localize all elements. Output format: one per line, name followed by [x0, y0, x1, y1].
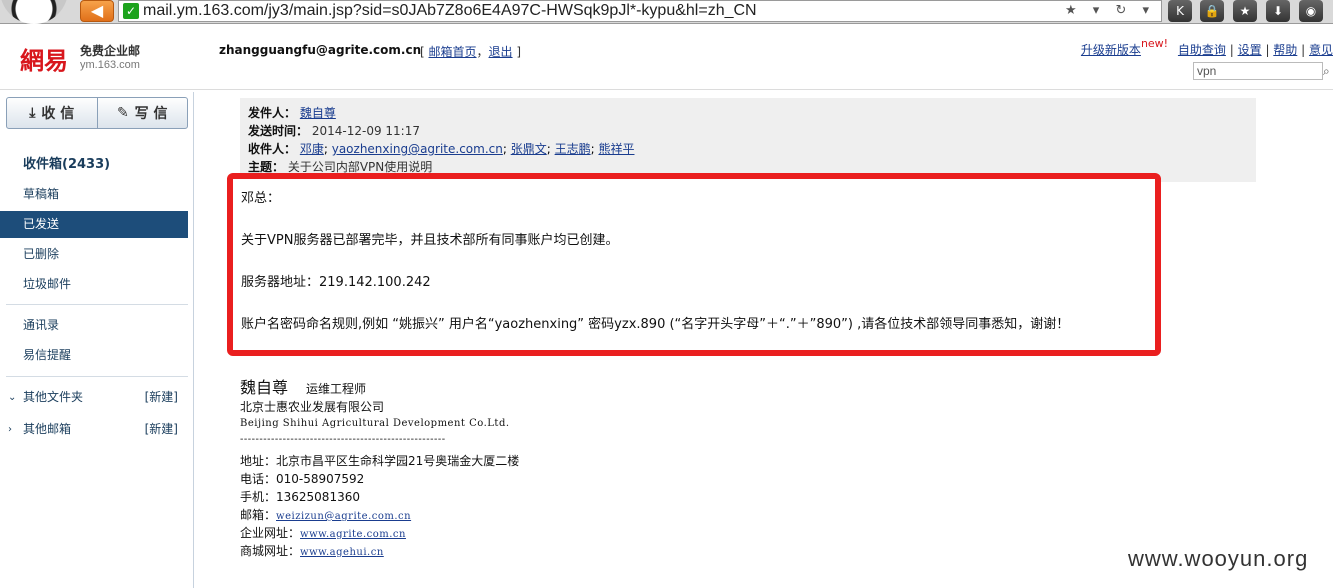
- sidebar-item-other-folders[interactable]: ⌄ 其他文件夹 [新建]: [0, 384, 188, 411]
- sig-shop-link[interactable]: www.agehui.cn: [300, 547, 384, 558]
- user-email: zhangguangfu@agrite.com.cn: [219, 43, 422, 57]
- chevron-right-icon: ›: [8, 424, 12, 435]
- top-right-links: 升级新版本new! 自助查询 | 设置 | 帮助 | 意见: [1080, 37, 1333, 57]
- sig-shop-row: 商城网址：www.agehui.cn: [240, 544, 384, 558]
- sig-phone: 电话：010-58907592: [240, 472, 365, 486]
- sig-company-en: Beijing Shihui Agricultural Development …: [240, 418, 510, 429]
- self-help-link[interactable]: 自助查询: [1178, 43, 1226, 57]
- recipient-link[interactable]: 张鼎文: [511, 142, 547, 156]
- sig-company: 北京士惠农业发展有限公司: [240, 400, 385, 414]
- sidebar-item-reminder[interactable]: 易信提醒: [0, 342, 188, 369]
- url-text: mail.ym.163.com/jy3/main.jsp?sid=s0JAb7Z…: [143, 2, 757, 19]
- mail-body-highlight: 邓总： 关于VPN服务器已部署完毕，并且技术部所有同事账户均已创建。 服务器地址…: [227, 173, 1161, 356]
- sig-name: 魏自尊: [240, 378, 289, 397]
- recipient-link[interactable]: 熊祥平: [598, 142, 634, 156]
- divider: [6, 376, 188, 377]
- address-bar-tools[interactable]: ★ ▾ ↻ ▾: [1065, 3, 1155, 18]
- recipient-link[interactable]: 王志鹏: [555, 142, 591, 156]
- subject: 关于公司内部VPN使用说明: [287, 160, 433, 174]
- new-mailbox-link[interactable]: [新建]: [145, 416, 178, 443]
- recipient-link[interactable]: yaozhenxing@agrite.com.cn: [332, 142, 503, 156]
- download-icon: ⤓: [29, 105, 36, 121]
- sig-title: 运维工程师: [306, 382, 367, 396]
- feedback-link[interactable]: 意见: [1309, 43, 1333, 57]
- lock-extension-icon[interactable]: 🔒: [1200, 0, 1224, 22]
- sidebar-item-drafts[interactable]: 草稿箱: [0, 181, 188, 208]
- help-link[interactable]: 帮助: [1273, 43, 1297, 57]
- watermark: www.wooyun.org: [1128, 546, 1309, 571]
- send-time: 2014-12-09 11:17: [311, 124, 420, 138]
- profile-avatar[interactable]: [0, 0, 68, 24]
- divider: [6, 304, 188, 305]
- sig-email-link[interactable]: weizizun@agrite.com.cn: [276, 511, 411, 522]
- back-arrow-icon: ◀: [90, 1, 104, 20]
- sidebar-item-contacts[interactable]: 通讯录: [0, 312, 188, 339]
- server-address: 服务器地址：219.142.100.242: [241, 275, 431, 290]
- search-input[interactable]: [1193, 62, 1323, 80]
- back-button[interactable]: ◀: [80, 0, 114, 22]
- recipient-link[interactable]: 邓康: [300, 142, 324, 156]
- search-icon[interactable]: ⌕: [1323, 62, 1333, 80]
- sidebar-item-sent[interactable]: 已发送: [0, 211, 188, 238]
- account-rule: 账户名密码命名规则,例如 “姚振兴” 用户名“yaozhenxing” 密码yz…: [241, 317, 1070, 332]
- sig-site-link[interactable]: www.agrite.com.cn: [300, 529, 406, 540]
- pencil-icon: ✎: [116, 105, 129, 121]
- check-icon: ✓: [123, 3, 139, 19]
- logo-subtitle: 免费企业邮: [80, 44, 141, 58]
- sidebar-item-other-mailboxes[interactable]: › 其他邮箱 [新建]: [0, 416, 188, 443]
- to-row: 收件人： 邓康; yaozhenxing@agrite.com.cn; 张鼎文;…: [248, 142, 635, 156]
- k-extension-icon[interactable]: K: [1168, 0, 1192, 22]
- mailbox-home-link[interactable]: 邮箱首页: [429, 45, 477, 59]
- netease-logo: 網易: [20, 46, 68, 75]
- sidebar: ⤓ 收 信 ✎ 写 信 收件箱(2433) 草稿箱 已发送 已删除 垃圾邮件 通讯录…: [0, 92, 194, 588]
- logo-domain: ym.163.com: [80, 59, 140, 71]
- sig-site-row: 企业网址：www.agrite.com.cn: [240, 526, 406, 540]
- sig-email-row: 邮箱：weizizun@agrite.com.cn: [240, 508, 412, 522]
- time-row: 发送时间： 2014-12-09 11:17: [248, 124, 420, 138]
- new-folder-link[interactable]: [新建]: [145, 384, 178, 411]
- user-links: [ 邮箱首页，退出 ]: [420, 45, 522, 59]
- compose-button[interactable]: ✎ 写 信: [96, 98, 188, 128]
- logout-link[interactable]: 退出: [489, 45, 513, 59]
- chevron-down-icon: ⌄: [8, 392, 17, 403]
- sidebar-item-deleted[interactable]: 已删除: [0, 241, 188, 268]
- address-bar[interactable]: ✓ mail.ym.163.com/jy3/main.jsp?sid=s0JAb…: [118, 0, 1162, 22]
- gamepad-extension-icon[interactable]: ◉: [1299, 0, 1323, 22]
- new-badge: new!: [1140, 37, 1169, 50]
- greeting: 邓总：: [241, 191, 281, 206]
- compose-toolbar: ⤓ 收 信 ✎ 写 信: [6, 97, 188, 129]
- sig-address: 地址：北京市昌平区生命科学园21号奥瑞金大厦二楼: [240, 454, 520, 468]
- browser-toolbar: ◀ ✓ mail.ym.163.com/jy3/main.jsp?sid=s0J…: [0, 0, 1333, 24]
- body-paragraph: 关于VPN服务器已部署完毕，并且技术部所有同事账户均已创建。: [241, 233, 619, 248]
- mail-meta: 发件人： 魏自尊 发送时间： 2014-12-09 11:17 收件人： 邓康;…: [240, 98, 1256, 182]
- upgrade-link[interactable]: 升级新版本: [1081, 43, 1141, 57]
- settings-link[interactable]: 设置: [1238, 43, 1262, 57]
- sender-link[interactable]: 魏自尊: [300, 106, 336, 120]
- sidebar-item-inbox[interactable]: 收件箱(2433): [0, 151, 188, 178]
- sig-mobile: 手机：13625081360: [240, 490, 360, 504]
- mail-header: 網易 免费企业邮 ym.163.com zhangguangfu@agrite.…: [0, 25, 1333, 90]
- star-extension-icon[interactable]: ★: [1233, 0, 1257, 22]
- from-row: 发件人： 魏自尊: [248, 106, 336, 120]
- receive-button[interactable]: ⤓ 收 信: [7, 98, 97, 128]
- download-extension-icon[interactable]: ⬇: [1266, 0, 1290, 22]
- sidebar-item-spam[interactable]: 垃圾邮件: [0, 271, 188, 298]
- sig-divider: ----------------------------------------…: [240, 434, 446, 445]
